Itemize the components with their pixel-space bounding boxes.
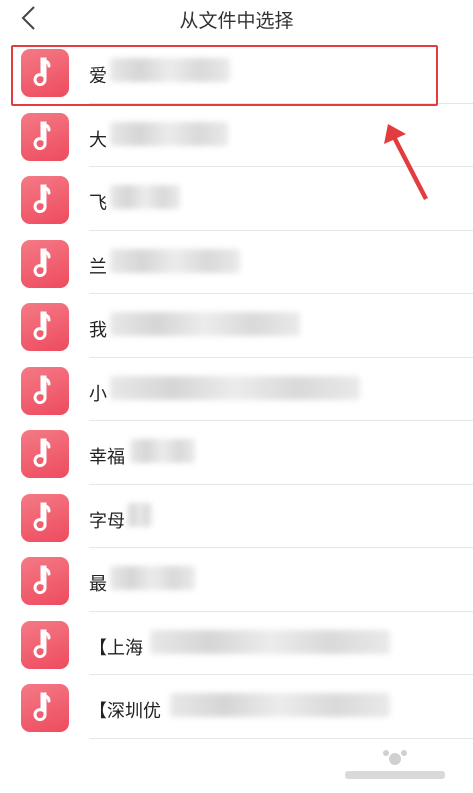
file-item[interactable]: 字母 [0,485,473,548]
file-item[interactable]: 小 [0,358,473,421]
music-note-icon [21,620,69,669]
page-title: 从文件中选择 [179,10,294,32]
watermark-logo-icon [345,750,445,779]
redacted-text [110,566,195,590]
file-name: 最 [89,574,107,595]
file-name: 幸福 [89,447,125,468]
music-note-icon [21,112,69,161]
redacted-text [110,312,300,336]
file-name: 兰 [89,256,107,278]
file-name: 我 [89,320,107,341]
redacted-text [127,502,152,527]
music-note-icon [21,239,69,288]
music-note-icon [21,303,69,351]
file-item[interactable]: 【深圳优 [0,675,473,739]
file-item[interactable]: 幸福 [0,421,473,485]
music-note-icon [21,366,69,415]
file-name: 【上海 [89,637,143,659]
redacted-text [110,248,240,273]
file-name: 字母 [89,510,125,532]
highlight-box [11,45,438,106]
file-name: 飞 [89,193,107,214]
header: 从文件中选择 [0,0,473,36]
music-note-icon [21,557,69,605]
redacted-text [150,629,390,654]
music-note-icon [21,684,69,732]
redacted-text [110,121,228,146]
music-note-icon [21,493,69,542]
arrow-icon [384,124,428,200]
file-item[interactable]: 【上海 [0,612,473,675]
redacted-text [170,693,390,717]
file-item[interactable]: 最 [0,548,473,612]
file-item[interactable]: 我 [0,294,473,358]
file-name: 大 [89,129,107,151]
music-note-icon [21,430,69,478]
redacted-text [110,375,360,400]
file-name: 【深圳优 [89,701,161,722]
redacted-text [130,439,195,463]
redacted-text [110,185,180,209]
file-item[interactable]: 兰 [0,231,473,294]
file-name: 小 [89,383,107,405]
music-note-icon [21,176,69,224]
